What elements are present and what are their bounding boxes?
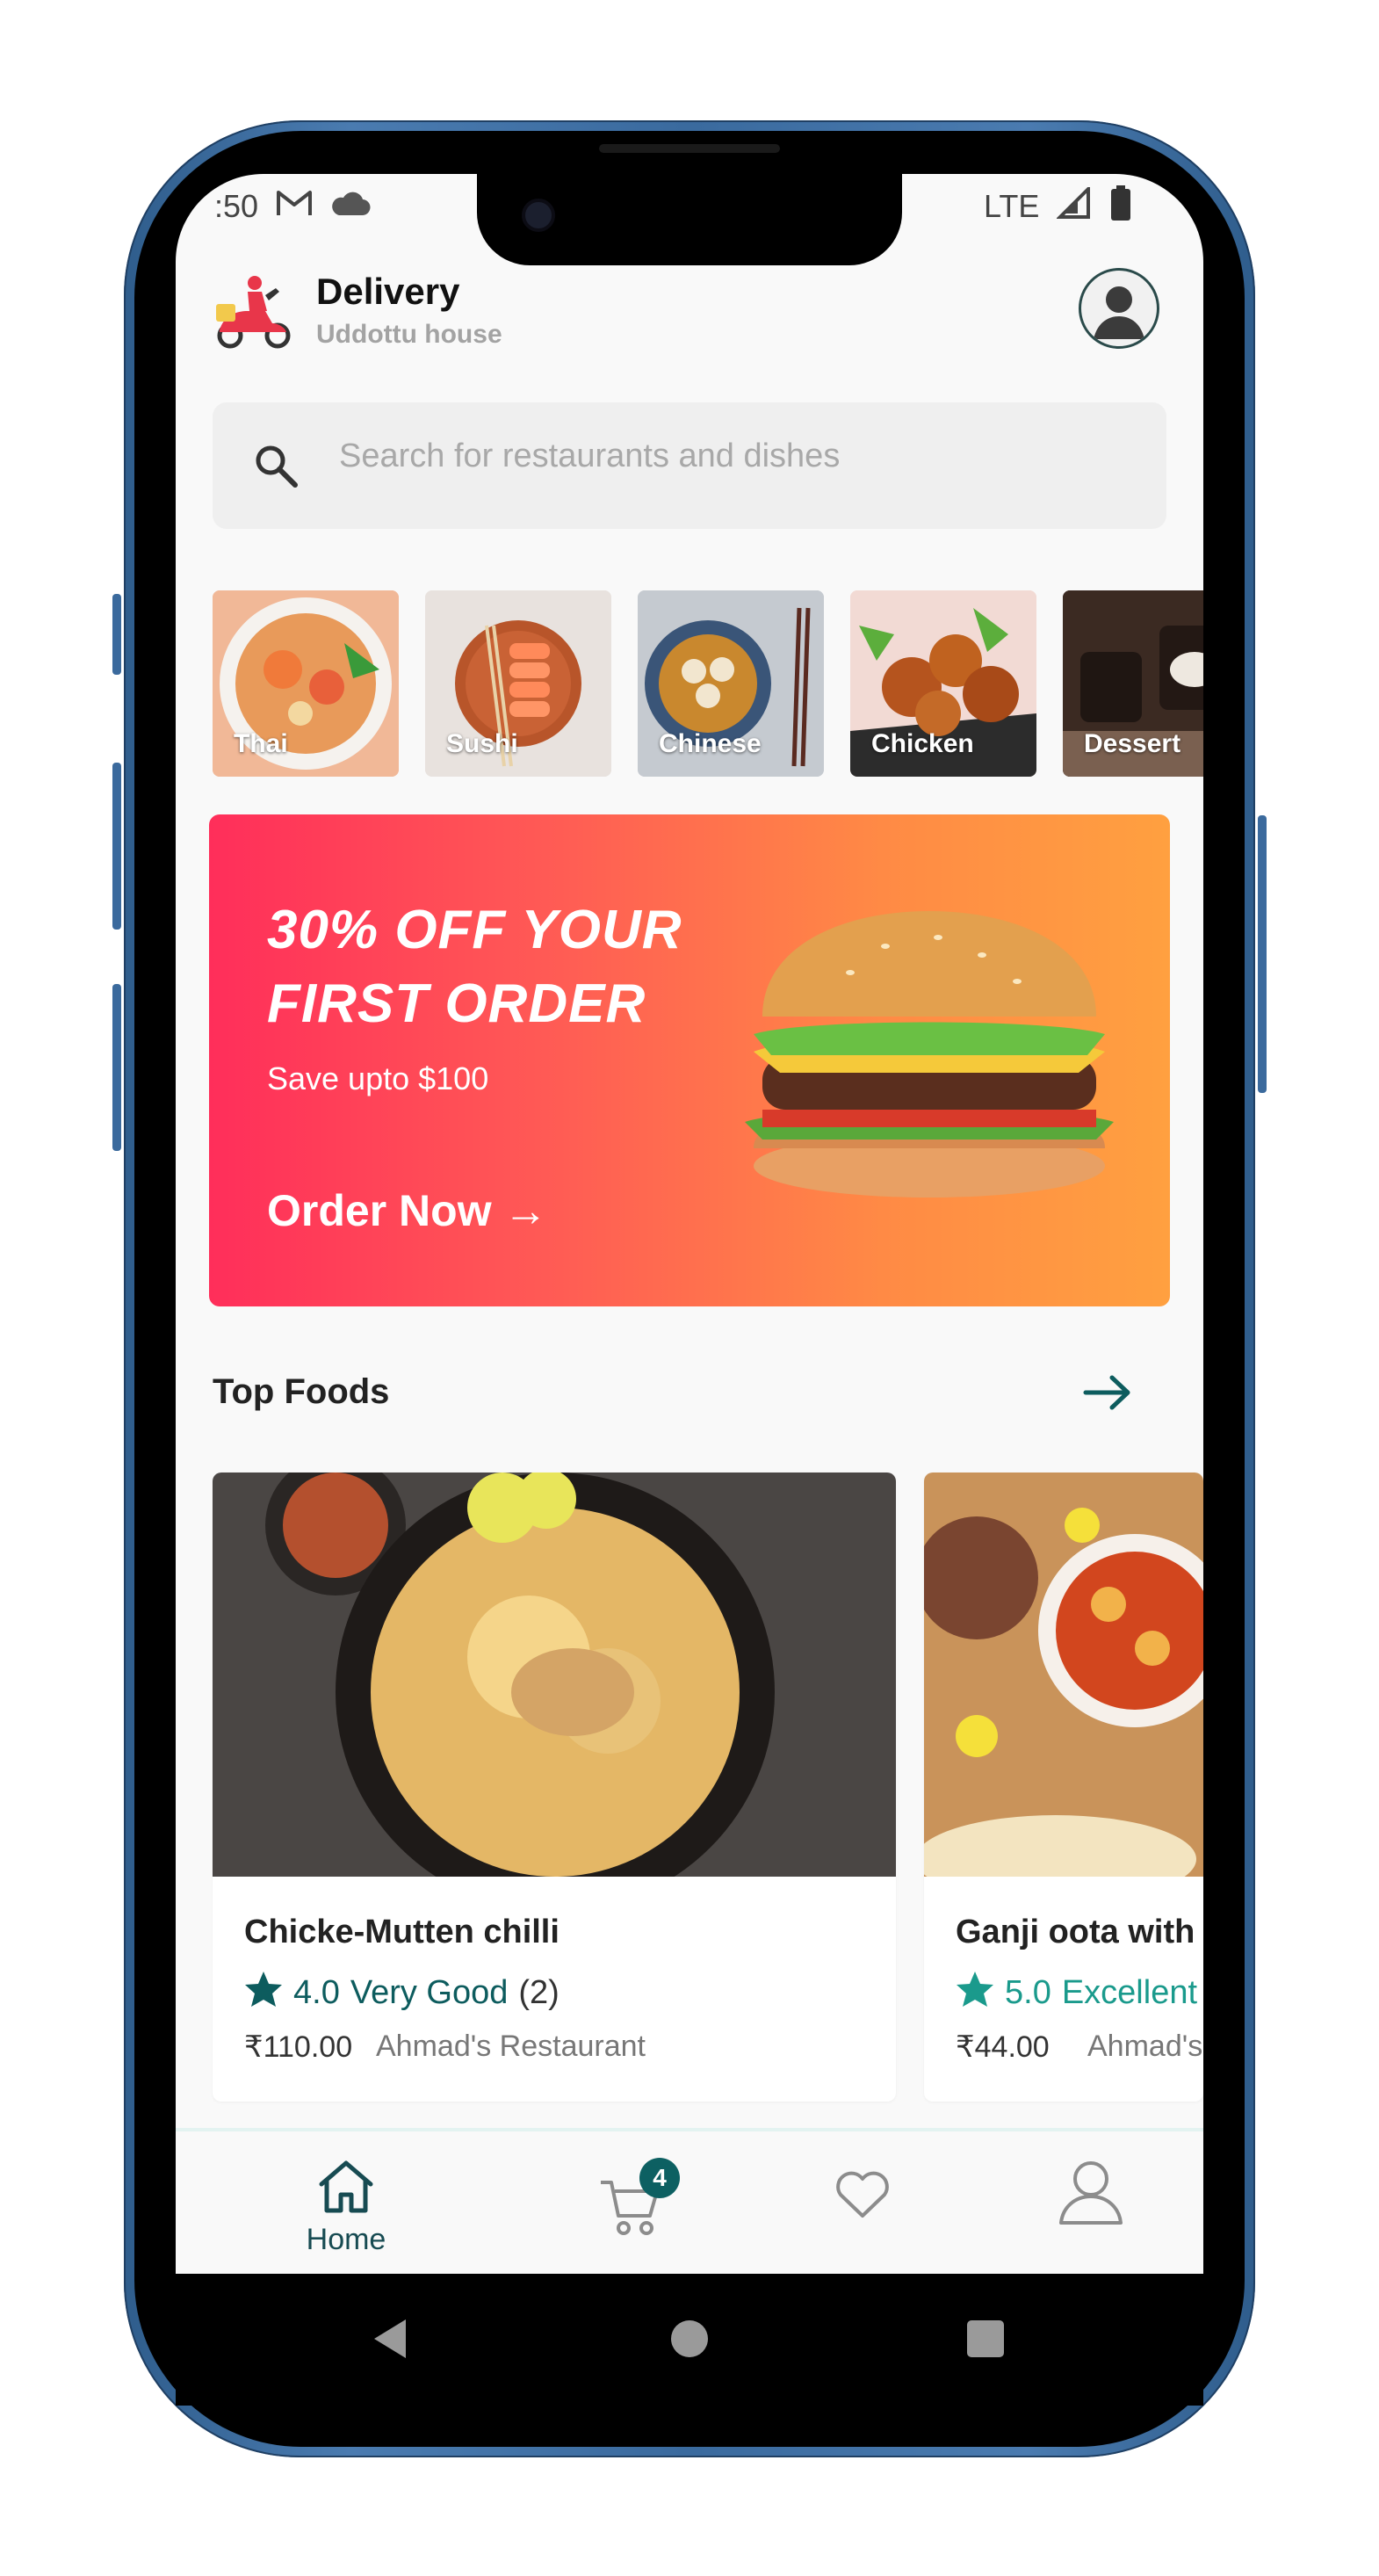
order-now-button[interactable]: Order Now → — [267, 1185, 547, 1236]
page-title: Delivery — [316, 271, 460, 312]
see-all-arrow-icon[interactable] — [1082, 1371, 1135, 1415]
food-card[interactable]: Ganji oota with 5.0 Excellent ₹44.00 Ahm… — [924, 1473, 1203, 2102]
status-bar-right: LTE — [984, 184, 1132, 228]
gmail-icon — [276, 188, 313, 226]
category-dessert[interactable]: Dessert — [1063, 590, 1203, 777]
burger-image — [727, 902, 1131, 1201]
section-title-top-foods: Top Foods — [213, 1372, 390, 1411]
home-circle-icon[interactable] — [670, 2319, 709, 2363]
search-placeholder: Search for restaurants and dishes — [339, 438, 841, 474]
restaurant-name: Ahmad's Restaurant — [1087, 2030, 1203, 2063]
food-image — [924, 1473, 1203, 1903]
signal-icon — [1056, 184, 1092, 227]
food-price: ₹110.00 — [244, 2030, 353, 2064]
category-label: Chicken — [871, 729, 974, 758]
review-count: (2) — [518, 1973, 560, 2011]
restaurant-name: Ahmad's Restaurant — [376, 2030, 646, 2063]
scooter-delivery-icon — [214, 274, 292, 350]
rating-label: Very Good — [350, 1973, 509, 2011]
food-rating: 5.0 Excellent — [956, 1970, 1197, 2015]
phone-volume-up-button — [112, 763, 121, 930]
category-chinese[interactable]: Chinese — [638, 590, 824, 777]
promo-banner[interactable]: 30% OFF YOUR FIRST ORDER Save upto $100 … — [209, 814, 1170, 1306]
nav-favorites[interactable] — [810, 2158, 915, 2254]
phone-power-button — [1258, 815, 1267, 1093]
category-sushi[interactable]: Sushi — [425, 590, 611, 777]
front-camera — [522, 199, 555, 232]
search-input[interactable]: Search for restaurants and dishes — [213, 402, 1166, 529]
category-chicken[interactable]: Chicken — [850, 590, 1036, 777]
back-icon[interactable] — [371, 2318, 409, 2364]
promo-subtitle: Save upto $100 — [267, 1060, 489, 1096]
food-card[interactable]: Chicke-Mutten chilli 4.0 Very Good (2) ₹… — [213, 1473, 896, 2102]
cart-count-badge: 4 — [639, 2158, 680, 2198]
rating-value: 4.0 — [293, 1973, 340, 2011]
search-icon — [251, 441, 300, 490]
star-icon — [244, 1970, 283, 2015]
bottom-nav: Home 4 — [176, 2128, 1203, 2277]
food-image — [213, 1473, 896, 1912]
nav-cart[interactable]: 4 — [581, 2158, 687, 2254]
food-price: ₹44.00 — [956, 2030, 1050, 2064]
category-thai[interactable]: Thai — [213, 590, 399, 777]
promo-headline: 30% OFF YOUR FIRST ORDER — [267, 900, 682, 1034]
rating-label: Excellent — [1061, 1973, 1198, 2011]
battery-icon — [1109, 185, 1132, 228]
food-name: Chicke-Mutten chilli — [244, 1914, 560, 1950]
category-label: Sushi — [446, 729, 518, 758]
star-icon — [956, 1970, 994, 2015]
heart-icon — [834, 2171, 892, 2225]
phone-volume-down-button — [112, 984, 121, 1151]
delivery-address[interactable]: Uddottu house — [316, 320, 502, 350]
category-label: Chinese — [659, 729, 762, 758]
phone-side-button — [112, 594, 121, 675]
category-label: Dessert — [1084, 729, 1181, 758]
food-name: Ganji oota with — [956, 1914, 1195, 1950]
home-icon — [314, 2160, 378, 2219]
recents-square-icon[interactable] — [966, 2319, 1005, 2363]
cart-icon — [597, 2181, 671, 2247]
speaker-grille — [599, 144, 780, 153]
nav-home[interactable]: Home — [293, 2158, 399, 2256]
status-bar-left: :50 — [214, 185, 371, 228]
app-header: Delivery Uddottu house — [211, 264, 1168, 369]
status-time: :50 — [214, 188, 259, 224]
user-icon — [1056, 2161, 1126, 2228]
network-type: LTE — [984, 188, 1040, 224]
category-label: Thai — [234, 729, 288, 758]
category-carousel: Thai Sushi Chinese Chicken Dessert — [213, 590, 1203, 777]
cloud-icon — [330, 188, 371, 225]
rating-value: 5.0 — [1005, 1973, 1051, 2011]
nav-home-label: Home — [306, 2223, 386, 2256]
food-rating: 4.0 Very Good (2) — [244, 1970, 560, 2015]
profile-avatar-button[interactable] — [1079, 268, 1159, 349]
nav-profile[interactable] — [1038, 2158, 1144, 2254]
android-nav-bar — [176, 2274, 1203, 2406]
